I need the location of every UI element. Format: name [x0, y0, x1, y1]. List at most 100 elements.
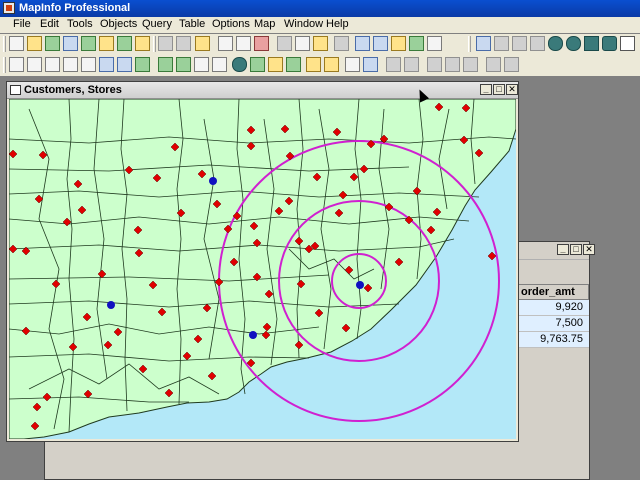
open-universal-data-icon[interactable] — [135, 36, 150, 51]
clip-region-icon[interactable] — [386, 57, 401, 72]
menu-options[interactable]: Options — [212, 18, 250, 30]
menu-map[interactable]: Map — [254, 18, 275, 30]
drag-map-icon[interactable] — [286, 57, 301, 72]
undo-icon[interactable] — [334, 36, 349, 51]
map-maximize-icon[interactable]: □ — [493, 84, 505, 95]
table-cell[interactable]: 9,920 — [517, 300, 589, 316]
print-preview-icon[interactable] — [236, 36, 251, 51]
app-titlebar: MapInfo Professional — [0, 0, 640, 17]
save-workspace-icon[interactable] — [81, 36, 96, 51]
new-layout-icon[interactable] — [409, 36, 424, 51]
camera-icon[interactable] — [504, 57, 519, 72]
menu-objects[interactable]: Objects — [100, 18, 137, 30]
customer-marker[interactable] — [249, 331, 257, 339]
map-minimize-icon[interactable]: _ — [480, 84, 492, 95]
menu-edit[interactable]: Edit — [40, 18, 59, 30]
arc-tool-icon[interactable] — [530, 36, 545, 51]
ellipse-tool-icon[interactable] — [566, 36, 581, 51]
open-dbms-icon[interactable] — [99, 36, 114, 51]
statistics-icon[interactable] — [363, 57, 378, 72]
browser-minimize-icon[interactable]: _ — [557, 244, 569, 255]
set-target-icon[interactable] — [404, 57, 419, 72]
browser-maximize-icon[interactable]: □ — [570, 244, 582, 255]
main-toolbar — [0, 55, 640, 76]
open-workspace-icon[interactable] — [45, 36, 60, 51]
toolbar-grip[interactable] — [3, 36, 6, 52]
label-tool-icon[interactable] — [268, 57, 283, 72]
browser-close-icon[interactable]: ✕ — [583, 244, 595, 255]
marquee-select-icon[interactable] — [27, 57, 42, 72]
new-mapper-icon[interactable] — [373, 36, 388, 51]
menu-file[interactable]: File — [13, 18, 31, 30]
toolbar-separator — [468, 36, 471, 52]
reshape-icon[interactable] — [427, 57, 442, 72]
snap-icon[interactable] — [486, 57, 501, 72]
menu-window[interactable]: Window — [284, 18, 323, 30]
copy-icon[interactable] — [295, 36, 310, 51]
layer-control-icon[interactable] — [306, 57, 321, 72]
radius-select-icon[interactable] — [45, 57, 60, 72]
map-canvas[interactable] — [8, 98, 517, 440]
find-icon[interactable] — [117, 36, 132, 51]
toolbar-grip[interactable] — [3, 57, 6, 73]
grabber-hand-icon[interactable] — [212, 57, 227, 72]
graph-select-icon[interactable] — [135, 57, 150, 72]
info-tool-icon[interactable] — [232, 57, 247, 72]
select-arrow-icon[interactable] — [9, 57, 24, 72]
menu-tools[interactable]: Tools — [67, 18, 93, 30]
customer-marker[interactable] — [356, 281, 364, 289]
line-tool-icon[interactable] — [494, 36, 509, 51]
polygon-select-icon[interactable] — [63, 57, 78, 72]
polygon-tool-icon[interactable] — [548, 36, 563, 51]
rectangle-tool-icon[interactable] — [584, 36, 599, 51]
new-browser-icon[interactable] — [355, 36, 370, 51]
map-svg — [8, 98, 517, 440]
customer-marker[interactable] — [107, 301, 115, 309]
open-table-icon[interactable] — [27, 36, 42, 51]
hotlink-icon[interactable] — [250, 57, 265, 72]
export-pdf-icon[interactable] — [254, 36, 269, 51]
map-window: Customers, Stores _ □ ✕ — [6, 81, 519, 442]
open-folder-icon[interactable] — [195, 36, 210, 51]
save-copy-as-icon[interactable] — [158, 36, 173, 51]
new-redistrict-icon[interactable] — [427, 36, 442, 51]
mapinfo-app: MapInfo Professional File Edit Tools Obj… — [0, 0, 640, 480]
boundary-select-icon[interactable] — [81, 57, 96, 72]
change-view-icon[interactable] — [194, 57, 209, 72]
ruler-icon[interactable] — [324, 57, 339, 72]
symbol-style-icon[interactable] — [476, 36, 491, 51]
show-legend-icon[interactable] — [345, 57, 360, 72]
text-tool-icon[interactable] — [620, 36, 635, 51]
paste-icon[interactable] — [313, 36, 328, 51]
menu-help[interactable]: Help — [326, 18, 349, 30]
save-table-icon[interactable] — [63, 36, 78, 51]
table-cell[interactable]: 7,500 — [517, 316, 589, 332]
print-icon[interactable] — [218, 36, 233, 51]
menu-query[interactable]: Query — [142, 18, 172, 30]
toolbar-separator — [153, 36, 156, 52]
zoom-out-icon[interactable] — [176, 57, 191, 72]
customer-marker[interactable] — [209, 177, 217, 185]
unselect-all-icon[interactable] — [99, 57, 114, 72]
mapinfo-app-icon — [3, 2, 15, 14]
map-window-title: Customers, Stores — [24, 84, 122, 96]
map-window-titlebar[interactable]: Customers, Stores _ □ ✕ — [7, 82, 518, 99]
add-node-icon[interactable] — [445, 57, 460, 72]
menu-table[interactable]: Table — [179, 18, 205, 30]
invert-selection-icon[interactable] — [117, 57, 132, 72]
app-title: MapInfo Professional — [19, 2, 131, 14]
browser-grid: order_amt 9,920 7,500 9,763.75 — [517, 284, 589, 348]
new-table-icon[interactable] — [9, 36, 24, 51]
zoom-in-icon[interactable] — [158, 57, 173, 72]
menu-bar: File Edit Tools Objects Query Table Opti… — [0, 17, 640, 33]
map-close-icon[interactable]: ✕ — [506, 84, 518, 95]
table-cell[interactable]: 9,763.75 — [517, 332, 589, 348]
save-window-as-icon[interactable] — [176, 36, 191, 51]
cut-icon[interactable] — [277, 36, 292, 51]
polyline-tool-icon[interactable] — [512, 36, 527, 51]
standard-toolbar — [0, 34, 640, 56]
rounded-rectangle-tool-icon[interactable] — [602, 36, 617, 51]
new-grapher-icon[interactable] — [391, 36, 406, 51]
combine-icon[interactable] — [463, 57, 478, 72]
column-header-order-amt[interactable]: order_amt — [517, 284, 589, 300]
